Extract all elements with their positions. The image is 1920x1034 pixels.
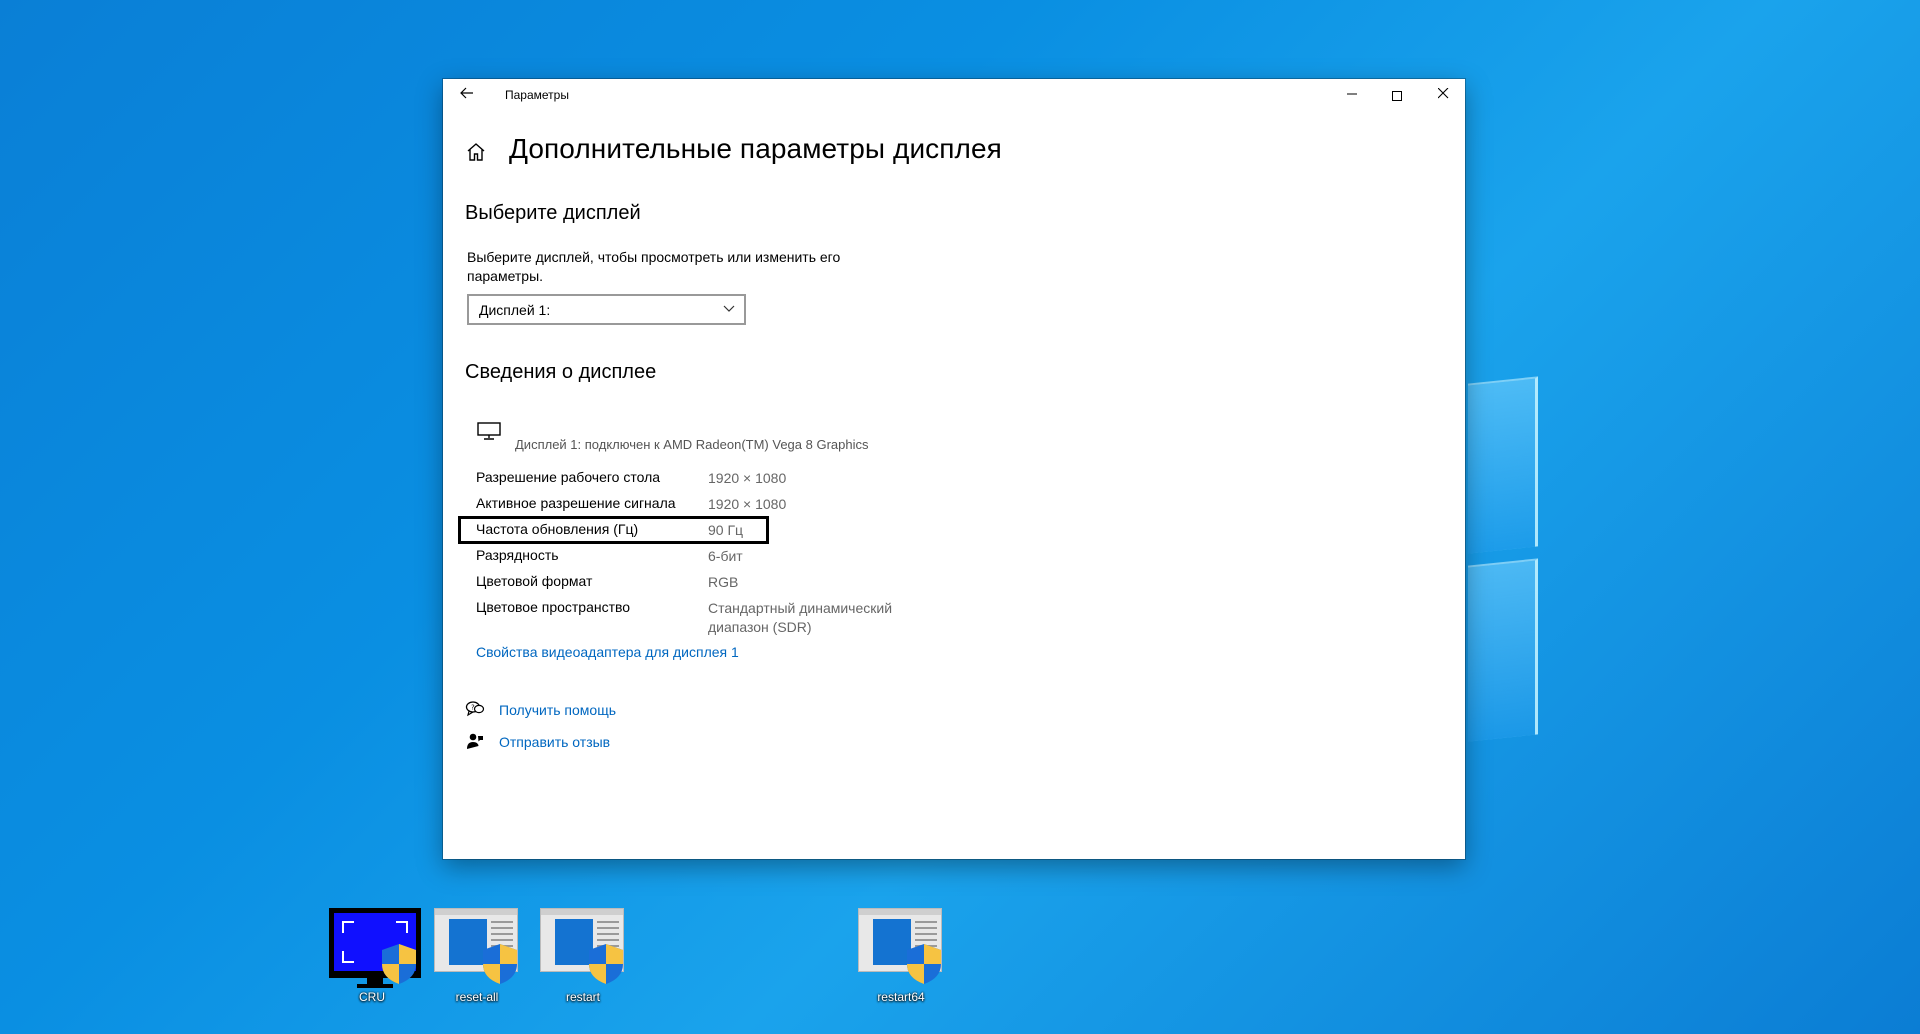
color-format-value: RGB	[708, 574, 739, 590]
signal-resolution-label: Активное разрешение сигнала	[476, 495, 676, 511]
monitor-icon	[477, 422, 501, 440]
desktop-resolution-value: 1920 × 1080	[708, 470, 787, 486]
windows-logo-wallpaper	[1468, 372, 1538, 742]
display-info-heading: Сведения о дисплее	[465, 361, 657, 383]
signal-resolution-value: 1920 × 1080	[708, 496, 787, 512]
display-dropdown[interactable]: Дисплей 1:	[467, 294, 746, 325]
desktop-icon-label: CRU	[359, 990, 385, 1004]
color-space-value: Стандартный динамический диапазон (SDR)	[708, 600, 893, 635]
page-title: Дополнительные параметры дисплея	[509, 133, 1002, 164]
desktop-icon-cru[interactable]: CRU	[324, 908, 421, 1004]
desktop-icon-label: restart	[565, 990, 600, 1004]
adapter-properties-link[interactable]: Свойства видеоадаптера для дисплея 1	[476, 644, 739, 660]
maximize-button[interactable]	[1374, 79, 1420, 111]
desktop-resolution-label: Разрешение рабочего стола	[476, 469, 661, 485]
window-title: Параметры	[505, 88, 569, 102]
color-format-label: Цветовой формат	[476, 573, 593, 589]
svg-text:?: ?	[471, 704, 475, 712]
application-icon	[540, 908, 626, 988]
select-display-description: Выберите дисплей, чтобы просмотреть или …	[467, 249, 841, 284]
uac-shield-icon	[382, 944, 416, 984]
select-display-heading: Выберите дисплей	[465, 202, 641, 224]
minimize-button[interactable]	[1329, 79, 1375, 111]
uac-shield-icon	[589, 944, 623, 984]
chevron-down-icon	[723, 305, 735, 312]
wallpaper-pane-bottom	[1468, 558, 1538, 742]
uac-shield-icon	[483, 944, 517, 984]
uac-shield-icon	[907, 944, 941, 984]
refresh-rate-highlight-box	[458, 516, 769, 544]
desktop-icon-label: reset-all	[455, 990, 499, 1004]
close-button[interactable]	[1420, 79, 1466, 111]
bit-depth-value: 6-бит	[708, 548, 743, 564]
back-button[interactable]	[457, 85, 477, 105]
send-feedback-link[interactable]: Отправить отзыв	[499, 734, 610, 750]
help-chat-icon: ?	[465, 701, 485, 717]
get-help-link[interactable]: Получить помощь	[499, 702, 616, 718]
bit-depth-label: Разрядность	[476, 547, 559, 563]
home-icon[interactable]	[465, 141, 487, 163]
cru-monitor-icon	[329, 908, 421, 988]
maximize-icon	[1392, 90, 1402, 101]
application-icon	[858, 908, 944, 988]
color-space-label: Цветовое пространство	[476, 599, 631, 615]
minimize-icon	[1346, 93, 1357, 95]
settings-window: Параметры Дополнительные параметры диспл…	[443, 79, 1465, 859]
desktop-icon-label: restart64	[877, 990, 925, 1004]
wallpaper-pane-top	[1468, 376, 1538, 554]
desktop-icon-restart[interactable]: restart	[535, 908, 631, 1004]
display-connection-text: Дисплей 1: подключен к AMD Radeon(TM) Ve…	[515, 437, 869, 452]
close-icon	[1437, 87, 1448, 99]
arrow-left-icon	[460, 87, 473, 99]
desktop-icon-restart64[interactable]: restart64	[853, 908, 949, 1004]
display-dropdown-value: Дисплей 1:	[479, 302, 551, 318]
feedback-person-icon	[467, 733, 483, 749]
application-icon	[434, 908, 520, 988]
title-bar[interactable]: Параметры	[443, 79, 1465, 111]
desktop-icon-reset-all[interactable]: reset-all	[429, 908, 525, 1004]
